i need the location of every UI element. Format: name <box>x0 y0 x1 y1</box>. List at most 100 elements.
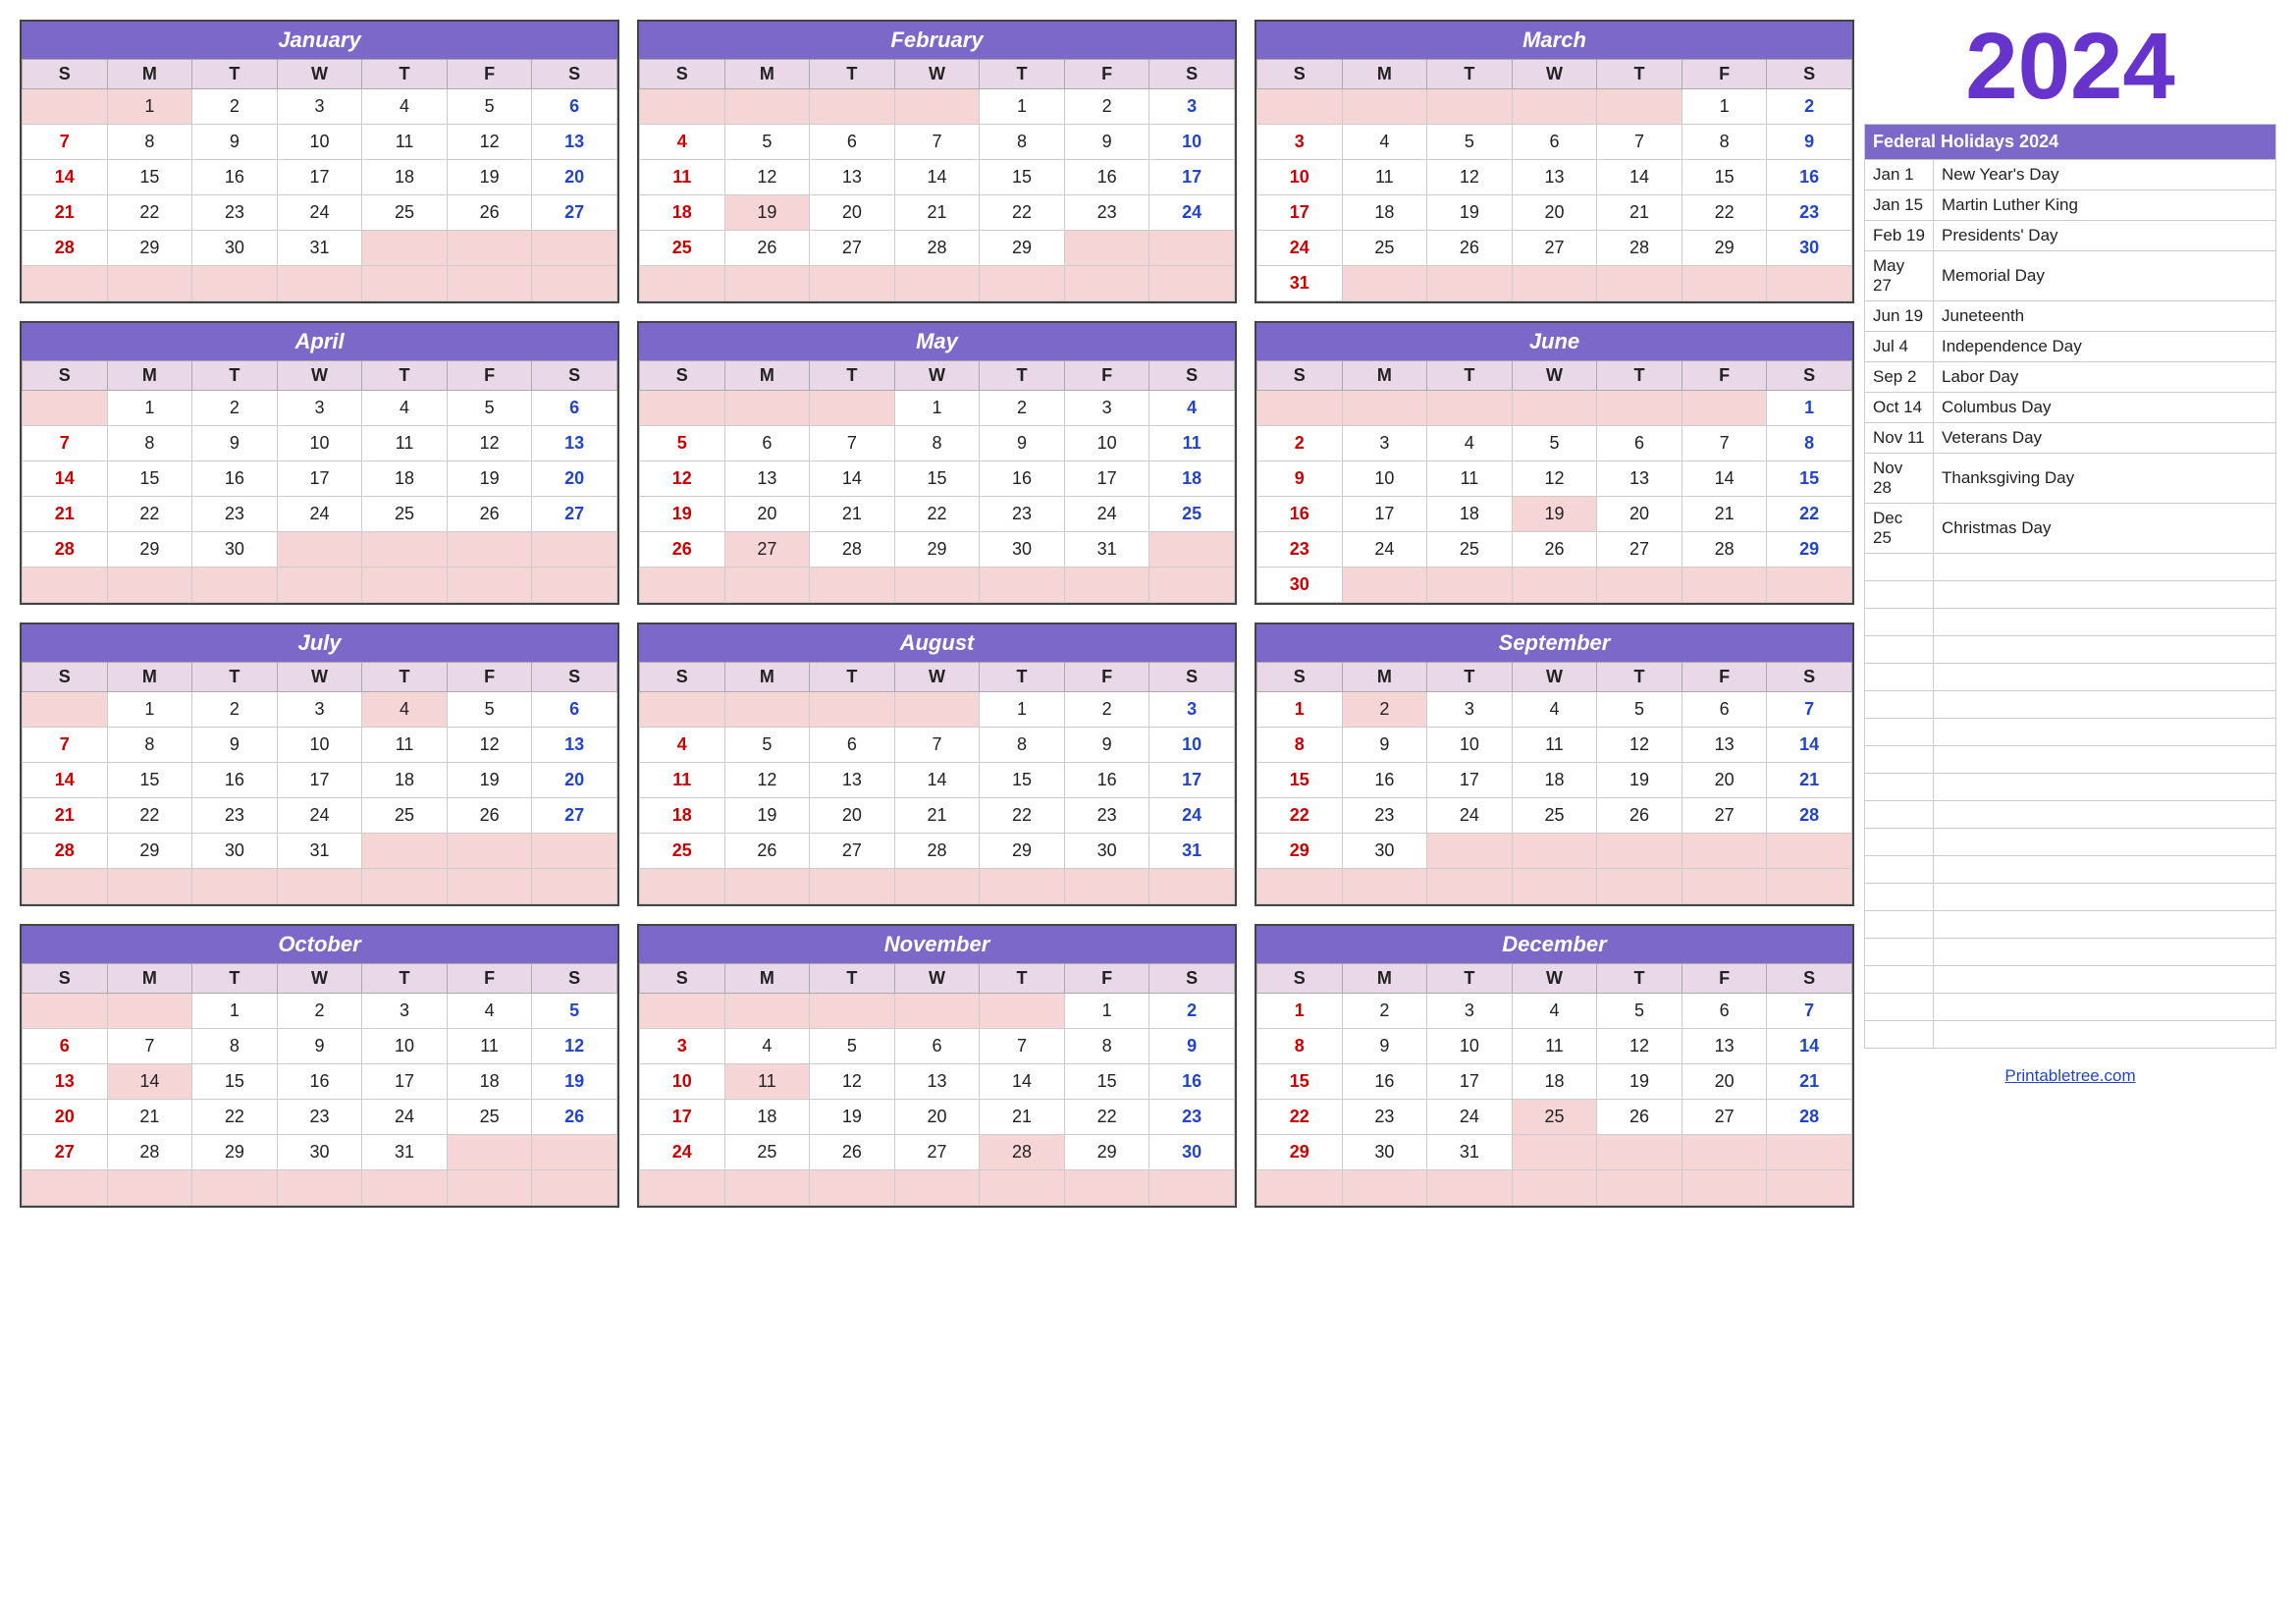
holiday-row: Jan 15Martin Luther King <box>1865 190 2276 221</box>
day-cell: 12 <box>447 426 532 461</box>
day-header-F-5: F <box>1064 663 1149 692</box>
day-cell: 4 <box>724 1029 810 1064</box>
day-header-T-2: T <box>1427 663 1513 692</box>
day-cell <box>1257 89 1343 125</box>
day-header-T-4: T <box>362 663 448 692</box>
day-cell: 30 <box>192 231 278 266</box>
day-cell <box>23 568 108 603</box>
day-cell <box>107 1170 192 1206</box>
day-cell <box>1682 869 1767 904</box>
day-cell: 10 <box>362 1029 448 1064</box>
empty-cell <box>1865 774 1934 801</box>
day-cell <box>1597 266 1682 301</box>
day-cell <box>23 266 108 301</box>
day-cell <box>107 266 192 301</box>
day-cell: 7 <box>1767 692 1852 728</box>
day-cell: 21 <box>23 195 108 231</box>
day-cell: 5 <box>447 391 532 426</box>
day-cell: 18 <box>724 1100 810 1135</box>
day-cell <box>23 89 108 125</box>
day-cell: 22 <box>1257 1100 1343 1135</box>
day-cell: 7 <box>23 125 108 160</box>
day-cell: 3 <box>1149 692 1235 728</box>
empty-cell <box>1934 856 2276 884</box>
day-cell <box>532 1135 617 1170</box>
cal-table-november: SMTWTFS123456789101112131415161718192021… <box>639 963 1235 1206</box>
day-cell <box>810 692 895 728</box>
day-cell: 16 <box>980 461 1065 497</box>
day-cell: 20 <box>1682 1064 1767 1100</box>
day-cell: 5 <box>1597 994 1682 1029</box>
day-cell: 16 <box>1149 1064 1235 1100</box>
day-cell: 17 <box>277 763 362 798</box>
day-cell: 22 <box>107 497 192 532</box>
month-march: MarchSMTWTFS1234567891011121314151617181… <box>1255 20 1854 303</box>
day-cell: 29 <box>980 231 1065 266</box>
empty-cell <box>1865 884 1934 911</box>
empty-cell <box>1934 884 2276 911</box>
day-cell: 27 <box>810 231 895 266</box>
day-cell: 10 <box>640 1064 725 1100</box>
day-cell: 30 <box>1342 834 1427 869</box>
day-cell: 1 <box>107 692 192 728</box>
day-cell: 13 <box>532 426 617 461</box>
day-cell: 30 <box>980 532 1065 568</box>
day-cell: 18 <box>1512 1064 1597 1100</box>
empty-cell <box>1865 966 1934 994</box>
month-header-june: June <box>1256 323 1852 360</box>
day-cell: 9 <box>192 125 278 160</box>
day-cell: 11 <box>724 1064 810 1100</box>
holiday-date: Nov 11 <box>1865 423 1934 454</box>
day-header-S-0: S <box>1257 964 1343 994</box>
day-cell: 8 <box>107 125 192 160</box>
holiday-name: Juneteenth <box>1934 301 2276 332</box>
empty-holiday-row <box>1865 829 2276 856</box>
empty-holiday-row <box>1865 746 2276 774</box>
day-header-T-4: T <box>362 361 448 391</box>
day-cell <box>532 1170 617 1206</box>
empty-cell <box>1934 774 2276 801</box>
day-cell <box>724 266 810 301</box>
holiday-name: Veterans Day <box>1934 423 2276 454</box>
day-cell: 15 <box>980 763 1065 798</box>
day-cell: 10 <box>1342 461 1427 497</box>
day-cell: 3 <box>640 1029 725 1064</box>
website-link[interactable]: Printabletree.com <box>1864 1066 2276 1086</box>
day-cell: 27 <box>23 1135 108 1170</box>
empty-cell <box>1934 994 2276 1021</box>
day-cell: 15 <box>1682 160 1767 195</box>
day-cell: 26 <box>447 195 532 231</box>
day-cell <box>1149 568 1235 603</box>
day-cell: 17 <box>640 1100 725 1135</box>
holidays-header: Federal Holidays 2024 <box>1865 125 2276 160</box>
day-header-S-6: S <box>1767 361 1852 391</box>
day-cell: 15 <box>1257 763 1343 798</box>
day-cell <box>894 89 980 125</box>
holiday-name: Presidents' Day <box>1934 221 2276 251</box>
day-cell: 21 <box>810 497 895 532</box>
day-cell: 5 <box>532 994 617 1029</box>
day-cell <box>1767 1170 1852 1206</box>
day-cell: 11 <box>1512 728 1597 763</box>
day-cell: 11 <box>1149 426 1235 461</box>
day-cell: 19 <box>724 798 810 834</box>
day-cell <box>1682 1135 1767 1170</box>
cal-table-march: SMTWTFS123456789101112131415161718192021… <box>1256 59 1852 301</box>
day-cell: 19 <box>1597 1064 1682 1100</box>
day-cell: 18 <box>1149 461 1235 497</box>
day-cell: 2 <box>980 391 1065 426</box>
day-cell: 7 <box>1767 994 1852 1029</box>
day-header-M-1: M <box>1342 663 1427 692</box>
day-cell: 21 <box>1767 763 1852 798</box>
day-cell <box>447 266 532 301</box>
day-cell <box>1427 1170 1513 1206</box>
day-cell: 11 <box>640 763 725 798</box>
day-cell: 12 <box>724 160 810 195</box>
day-cell: 31 <box>1257 266 1343 301</box>
day-cell: 9 <box>1257 461 1343 497</box>
day-cell: 24 <box>277 798 362 834</box>
day-cell: 26 <box>1427 231 1513 266</box>
day-cell <box>1597 834 1682 869</box>
day-cell: 28 <box>1767 798 1852 834</box>
cal-table-july: SMTWTFS123456789101112131415161718192021… <box>22 662 617 904</box>
